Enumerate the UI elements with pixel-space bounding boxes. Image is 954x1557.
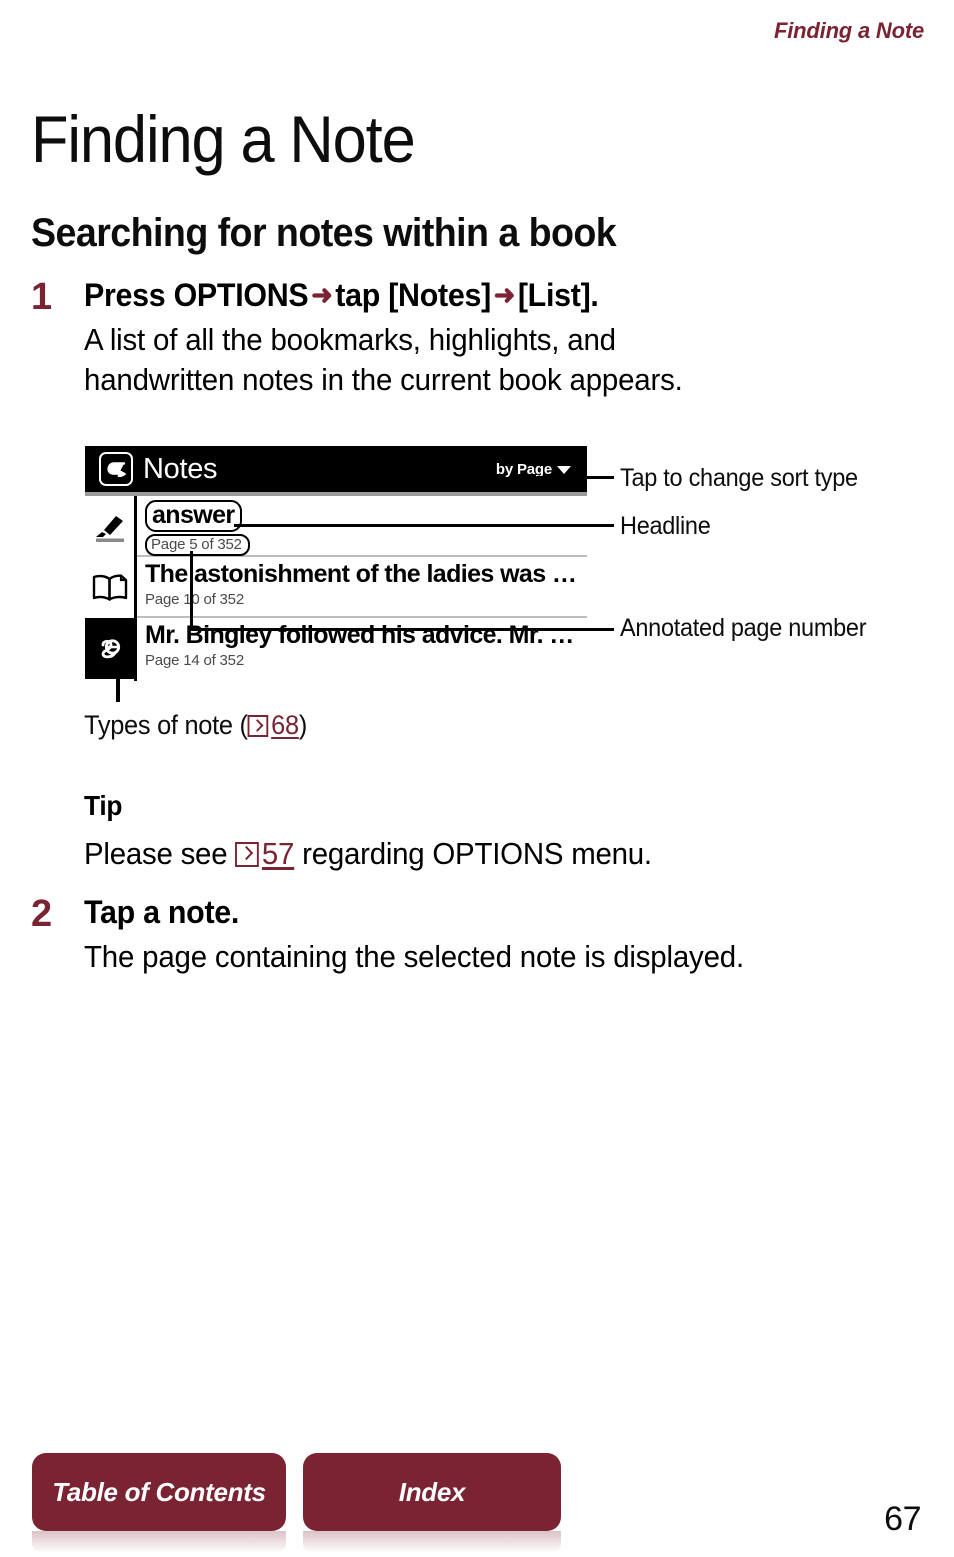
section-title: Searching for notes within a book [31,211,617,256]
callout-line-page-vertical [190,551,193,631]
step-1: 1 Press OPTIONS ➜tap [Notes] ➜[List]. A li… [31,276,921,399]
step-2-heading: Tap a note. [84,894,240,930]
step-2: 2 Tap a note. The page containing the se… [31,893,921,977]
sort-type-label: by Page [495,460,552,478]
note-headline: The astonishment of the ladies was … [145,561,577,588]
callout-label-page-number: Annotated page number [620,614,867,642]
arrow-right-icon: ➜ [493,280,516,310]
handwritten-note-icon[interactable] [85,618,134,679]
types-of-note-prefix: Types of note ( [84,710,248,740]
step-1-heading-part-1: Press OPTIONS [84,277,309,313]
sort-type-selector[interactable]: by Page [496,461,577,478]
device-screenshot-notes-list: Notes by Page answer Page 5 of 352 The a… [85,446,587,681]
step-2-description: The page containing the selected note is… [84,938,744,974]
types-of-note-label: Types of note ( 68) [84,710,307,741]
callout-dot-types [112,669,124,678]
callout-line-page-horizontal [190,628,614,631]
step-1-heading: Press OPTIONS ➜tap [Notes] ➜[List]. [84,277,879,314]
note-page-number-highlight: Page 5 of 352 [145,533,250,556]
callout-label-sort: Tap to change sort type [620,464,858,492]
note-page-number: Page 10 of 352 [145,590,244,608]
running-header: Finding a Note [774,18,924,43]
callout-line-headline [234,524,614,527]
index-button-reflection [303,1531,561,1553]
reference-arrow-icon [247,715,269,737]
arrow-right-icon: ➜ [311,280,333,310]
highlighter-icon[interactable] [85,496,134,557]
types-of-note-page-ref[interactable]: 68 [271,710,299,740]
types-of-note-suffix: ) [298,710,308,740]
step-2-number: 2 [31,893,53,935]
back-arrow-icon[interactable] [99,452,133,486]
step-1-heading-part-3: [List]. [517,277,599,313]
tip-text: Please see 57 regarding OPTIONS menu. [84,836,652,872]
device-title: Notes [143,452,218,485]
index-button[interactable]: Index [303,1453,561,1531]
note-headline-highlight: answer [145,500,242,532]
page-number: 67 [884,1500,921,1538]
step-1-description-line-1: A list of all the bookmarks, highlights,… [84,321,616,357]
notes-list-item[interactable]: The astonishment of the ladies was … Pag… [137,557,587,618]
step-1-heading-part-2: tap [Notes] [335,277,491,313]
callout-line-sort [537,476,614,479]
table-of-contents-button[interactable]: Table of Contents [32,1453,286,1531]
tip-text-before: Please see [84,836,228,871]
step-1-description: A list of all the bookmarks, highlights,… [84,320,879,399]
note-page-number: Page 14 of 352 [145,651,244,669]
tip-text-after: regarding OPTIONS menu. [302,836,652,871]
callout-label-headline: Headline [620,512,711,540]
bookmark-book-icon[interactable] [85,557,134,618]
tip-heading: Tip [84,790,123,821]
step-1-description-line-2: handwritten notes in the current book ap… [84,361,683,397]
chevron-down-icon [557,466,571,474]
tip-page-ref[interactable]: 57 [262,836,295,871]
note-page-number: Page 5 of 352 [145,533,579,556]
page-title: Finding a Note [31,102,416,177]
note-headline: Mr. Bingley followed his advice. Mr. … [145,622,574,649]
reference-arrow-icon [235,842,260,867]
step-1-number: 1 [31,276,53,318]
device-top-bar: Notes by Page [85,446,587,492]
table-of-contents-button-reflection [32,1531,286,1553]
note-type-icon-column [85,496,137,681]
